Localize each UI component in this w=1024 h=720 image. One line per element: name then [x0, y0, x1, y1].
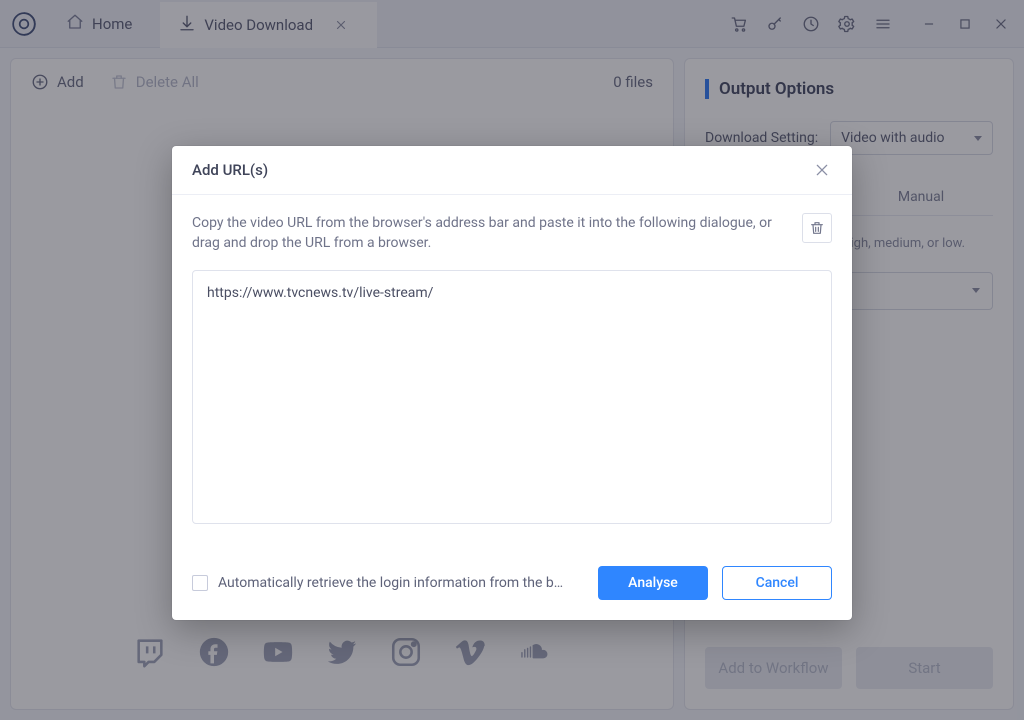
dialog-description: Copy the video URL from the browser's ad… [192, 213, 788, 254]
dialog-title: Add URL(s) [192, 161, 268, 179]
auto-login-checkbox[interactable]: Automatically retrieve the login informa… [192, 575, 584, 591]
cancel-button[interactable]: Cancel [722, 566, 832, 600]
analyse-button[interactable]: Analyse [598, 566, 708, 600]
checkbox-icon [192, 575, 208, 591]
auto-login-label: Automatically retrieve the login informa… [218, 575, 563, 591]
close-icon[interactable] [812, 160, 832, 180]
add-url-dialog: Add URL(s) Copy the video URL from the b… [172, 146, 852, 620]
clear-urls-button[interactable] [802, 213, 832, 243]
url-input[interactable] [192, 270, 832, 524]
